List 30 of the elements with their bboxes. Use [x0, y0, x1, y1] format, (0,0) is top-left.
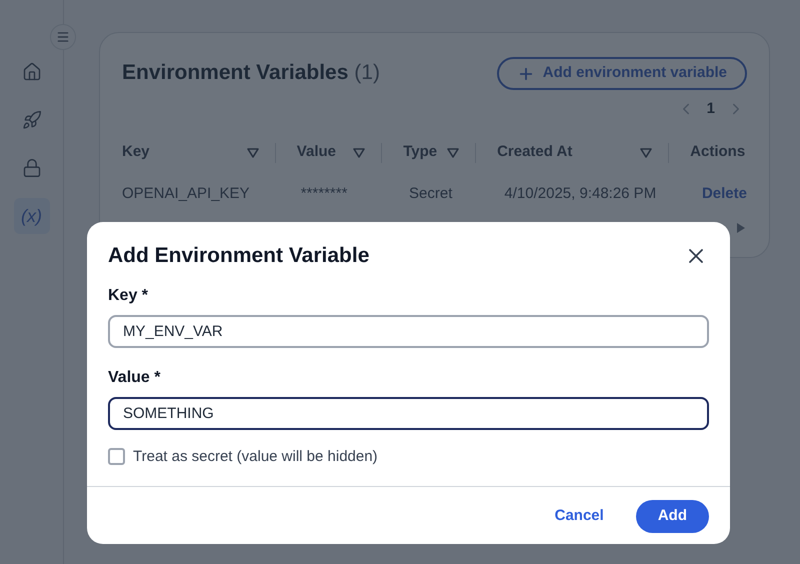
menu-icon [56, 30, 70, 44]
checkbox-label: Treat as secret (value will be hidden) [133, 446, 378, 466]
filter-icon[interactable] [447, 148, 460, 158]
checkbox[interactable] [108, 448, 125, 466]
filter-icon[interactable] [353, 148, 366, 158]
column-header: Key [122, 142, 150, 162]
filter-icon[interactable] [640, 148, 652, 158]
add-button[interactable]: Add [636, 500, 709, 533]
scroll-right-icon[interactable] [737, 223, 745, 233]
page-number[interactable]: 1 [706, 98, 715, 120]
input-field[interactable]: SOMETHING [108, 396, 709, 430]
table-cell-text: ******** [300, 184, 348, 204]
filter-icon[interactable] [246, 148, 259, 158]
dialog-title: Add Environment Variable [108, 243, 370, 269]
field-label: Key * [108, 286, 150, 306]
rocket-icon [22, 110, 42, 130]
table-cell-text: 4/10/2025, 9:48:26 PM [503, 184, 658, 204]
cancel-button[interactable]: Cancel [554, 505, 604, 528]
column-header: Type [403, 142, 438, 162]
lock-icon [22, 158, 42, 178]
column-header: Created At [497, 142, 572, 162]
table-cell-text: Secret [408, 184, 454, 204]
column-header: Actions [690, 142, 746, 162]
panel-title: Environment Variables (1) [122, 60, 380, 86]
input-field[interactable]: MY_ENV_VAR [108, 314, 709, 348]
menu-toggle-button[interactable] [50, 24, 76, 50]
home-icon [22, 62, 42, 82]
table-cell-text: OPENAI_API_KEY [122, 184, 251, 204]
column-header: Value [296, 142, 336, 162]
field-label: Value * [108, 368, 162, 388]
